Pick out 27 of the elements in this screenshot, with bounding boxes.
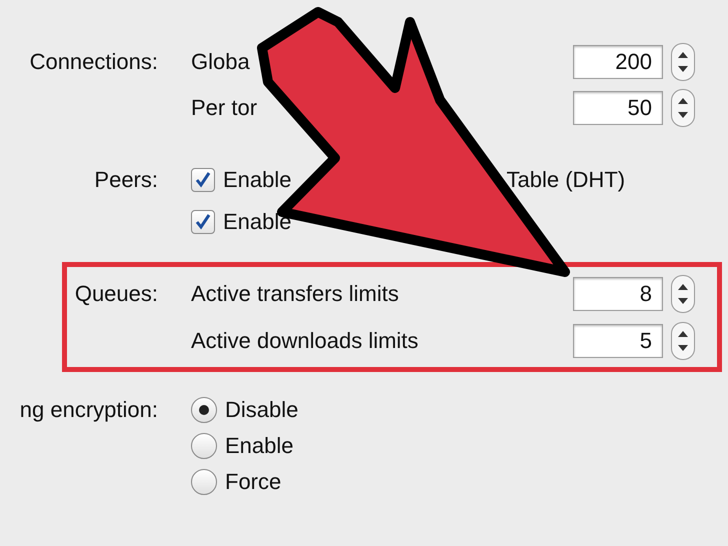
section-label: ng encryption: [20,397,158,423]
checkbox-label: Table (DHT) [506,167,626,193]
number-field[interactable]: 50 [573,91,663,125]
radio-label: Force [225,469,282,495]
checkbox-label: Enable [223,209,292,235]
field-label: Per tor [191,95,258,121]
radio-button[interactable] [191,469,217,495]
field-label: Active transfers limits [191,280,400,306]
radio-label: Enable [225,433,294,459]
section-label: Queues: [74,280,158,306]
number-field[interactable]: 200 [573,45,663,79]
radio-button[interactable] [191,397,217,423]
checkbox[interactable] [191,210,215,234]
checkbox-label: Enable [223,167,292,193]
section-label: Connections: [30,49,158,75]
field-label: Globa [191,49,251,75]
number-field[interactable]: 5 [573,324,663,358]
radio-button[interactable] [191,433,217,459]
checkbox[interactable] [191,168,215,192]
stepper-icon[interactable] [671,43,695,81]
stepper-icon[interactable] [671,89,695,127]
stepper-icon[interactable] [671,322,695,360]
stepper-icon[interactable] [671,274,695,312]
radio-label: Disable [225,397,298,423]
number-field[interactable]: 8 [573,276,663,310]
field-label: Active downloads limits [191,328,420,354]
section-label: Peers: [94,167,158,193]
